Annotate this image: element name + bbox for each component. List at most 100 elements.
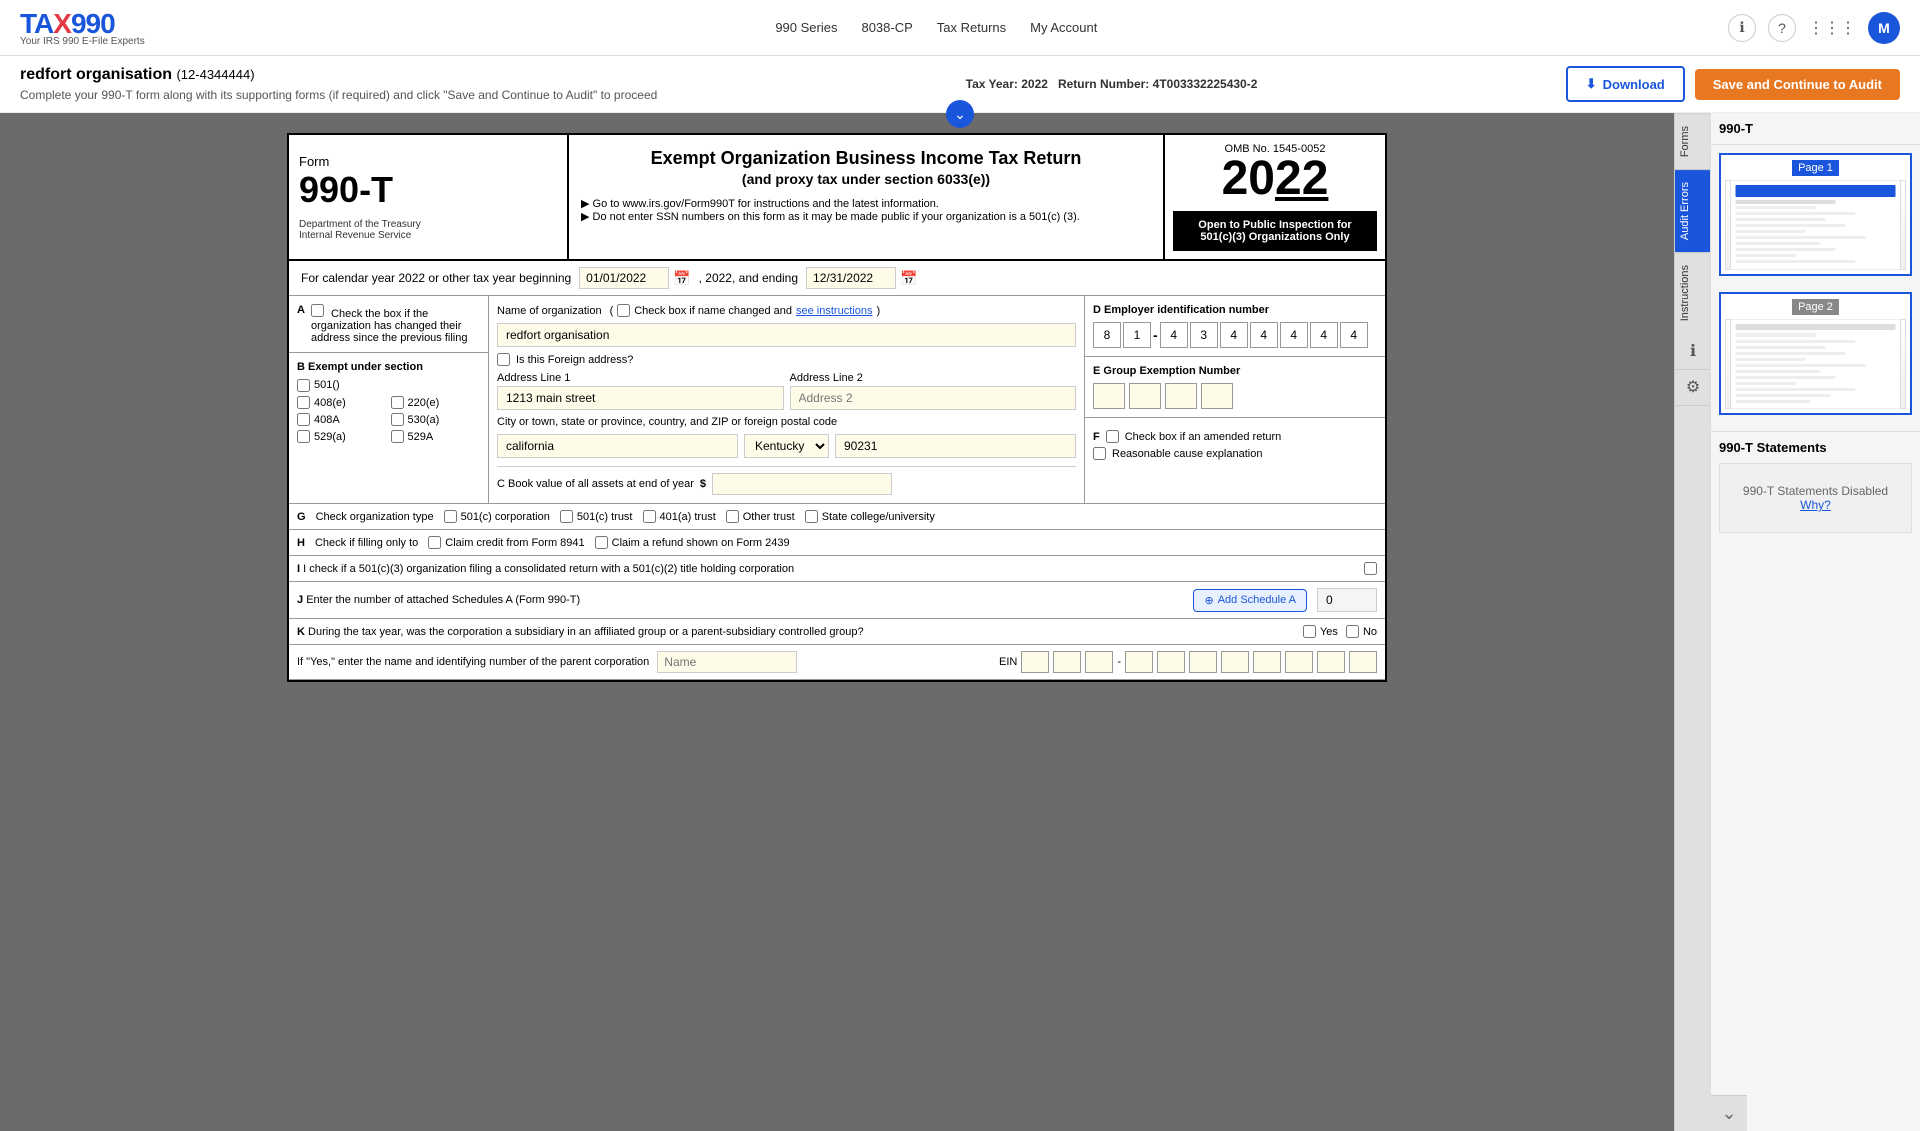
ein-sub-box-6 [1189, 651, 1217, 673]
amended-return-row: F Check box if an amended return [1093, 430, 1377, 443]
middle-col: Name of organization ( Check box if name… [489, 296, 1085, 503]
g-state-college: State college/university [805, 510, 935, 523]
group-exemption-boxes [1093, 383, 1377, 409]
ein-sub-box-5 [1157, 651, 1185, 673]
section-i-row: I I check if a 501(c)(3) organization fi… [289, 556, 1385, 582]
end-date-calendar-icon[interactable]: 📅 [900, 270, 917, 287]
g-401a-trust: 401(a) trust [643, 510, 716, 523]
exempt-408e: 408(e) [297, 396, 387, 409]
exempt-529A-checkbox[interactable] [391, 430, 404, 443]
section-j-row: J Enter the number of attached Schedules… [289, 582, 1385, 619]
start-date-input[interactable] [579, 267, 669, 289]
exempt-408a-checkbox[interactable] [297, 413, 310, 426]
top-nav: TAX990 Your IRS 990 E-File Experts 990 S… [0, 0, 1920, 56]
section-k-sub-row: If "Yes," enter the name and identifying… [289, 645, 1385, 680]
zip-input[interactable] [835, 434, 1076, 458]
exempt-408e-checkbox[interactable] [297, 396, 310, 409]
g-501c-corp-checkbox[interactable] [444, 510, 457, 523]
right-col: D Employer identification number 8 1 - 4… [1085, 296, 1385, 503]
g-501c-trust-checkbox[interactable] [560, 510, 573, 523]
group-box-4 [1201, 383, 1233, 409]
exempt-530a-checkbox[interactable] [391, 413, 404, 426]
download-button[interactable]: ⬇ Download [1566, 66, 1685, 102]
nav-8038cp[interactable]: 8038-CP [861, 20, 912, 35]
g-401a-trust-checkbox[interactable] [643, 510, 656, 523]
section-d: D Employer identification number 8 1 - 4… [1085, 296, 1385, 357]
h-claim-credit: Claim credit from Form 8941 [428, 536, 584, 549]
start-date-calendar-icon[interactable]: 📅 [673, 270, 690, 287]
schedule-count-input[interactable] [1317, 588, 1377, 612]
state-select[interactable]: Kentucky California New York Texas Flori… [744, 434, 829, 458]
gear-tab-icon[interactable]: ⚙ [1675, 370, 1711, 406]
info-tab-icon[interactable]: ℹ [1675, 334, 1711, 370]
section-b: B Exempt under section 501() 408(e) [289, 353, 488, 451]
address-changed-checkbox[interactable] [311, 304, 324, 317]
page-2-thumb[interactable]: Page 2 [1719, 292, 1912, 415]
exempt-529a: 529(a) [297, 430, 387, 443]
statements-disabled-box: 990-T Statements Disabled Why? [1719, 463, 1912, 533]
section-i-checkbox[interactable] [1364, 562, 1377, 575]
save-continue-button[interactable]: Save and Continue to Audit [1695, 69, 1900, 100]
tab-audit-errors[interactable]: Audit Errors [1675, 169, 1710, 252]
nav-990-series[interactable]: 990 Series [775, 20, 837, 35]
right-panel: Forms Audit Errors Instructions ℹ ⚙ 990-… [1674, 113, 1920, 1131]
ein-boxes: 8 1 - 4 3 4 4 4 4 4 [1093, 322, 1377, 348]
exempt-grid: 408(e) 220(e) 408A [297, 396, 480, 443]
collapse-button[interactable]: ⌄ [946, 100, 974, 128]
book-value-row: C Book value of all assets at end of yea… [497, 466, 1076, 495]
no-option: No [1346, 625, 1377, 638]
org-name: redfort organisation (12-4344444) [20, 66, 657, 84]
form-header: Form 990-T Department of the Treasury In… [289, 135, 1385, 261]
yes-checkbox[interactable] [1303, 625, 1316, 638]
ein-digit-6: 4 [1250, 322, 1278, 348]
form-header-center: Exempt Organization Business Income Tax … [569, 135, 1165, 259]
grid-icon[interactable]: ⋮⋮⋮ [1808, 18, 1856, 38]
h-claim-credit-checkbox[interactable] [428, 536, 441, 549]
nav-my-account[interactable]: My Account [1030, 20, 1097, 35]
exempt-529A: 529A [391, 430, 481, 443]
why-link[interactable]: Why? [1800, 498, 1831, 512]
yes-no-group: Yes No [1303, 625, 1377, 638]
reasonable-cause-checkbox[interactable] [1093, 447, 1106, 460]
page-1-preview [1725, 180, 1906, 270]
nav-tax-returns[interactable]: Tax Returns [937, 20, 1006, 35]
ein-sub-row: EIN - [999, 651, 1377, 673]
section-k-row: K During the tax year, was the corporati… [289, 619, 1385, 645]
exempt-529a-checkbox[interactable] [297, 430, 310, 443]
org-name-input[interactable] [497, 323, 1076, 347]
amended-return-checkbox[interactable] [1106, 430, 1119, 443]
g-other-trust-checkbox[interactable] [726, 510, 739, 523]
city-input[interactable] [497, 434, 738, 458]
see-instructions-link[interactable]: see instructions [796, 305, 872, 317]
end-date-input[interactable] [806, 267, 896, 289]
foreign-address-checkbox[interactable] [497, 353, 510, 366]
instructions-text: Complete your 990-T form along with its … [20, 88, 657, 102]
page1-label: Page 1 [1792, 160, 1839, 176]
group-box-3 [1165, 383, 1197, 409]
page-1-thumb[interactable]: Page 1 [1719, 153, 1912, 276]
tab-instructions[interactable]: Instructions [1675, 252, 1710, 333]
scroll-down-button[interactable]: ⌄ [1711, 1095, 1747, 1131]
address-line1-input[interactable] [497, 386, 784, 410]
statements-section: 990-T Statements 990-T Statements Disabl… [1711, 431, 1920, 541]
group-box-1 [1093, 383, 1125, 409]
exempt-501c-checkbox[interactable] [297, 379, 310, 392]
no-checkbox[interactable] [1346, 625, 1359, 638]
form-year: 2022 [1173, 155, 1377, 203]
book-value-input[interactable] [712, 473, 892, 495]
section-g-row: G Check organization type 501(c) corpora… [289, 504, 1385, 530]
exempt-220e-checkbox[interactable] [391, 396, 404, 409]
tax-info: Tax Year: 2022 Return Number: 4T00333222… [966, 77, 1258, 91]
name-changed-checkbox[interactable] [617, 304, 630, 317]
avatar[interactable]: M [1868, 12, 1900, 44]
info-icon[interactable]: ℹ [1728, 14, 1756, 42]
tab-forms[interactable]: Forms [1675, 113, 1710, 169]
help-icon[interactable]: ? [1768, 14, 1796, 42]
add-schedule-button[interactable]: ⊕ Add Schedule A [1193, 589, 1307, 612]
logo: TAX990 Your IRS 990 E-File Experts [20, 8, 145, 47]
address-line2-input[interactable] [790, 386, 1077, 410]
h-claim-refund-checkbox[interactable] [595, 536, 608, 549]
form-header-right: OMB No. 1545-0052 2022 Open to Public In… [1165, 135, 1385, 259]
g-state-college-checkbox[interactable] [805, 510, 818, 523]
parent-corp-name-input[interactable] [657, 651, 797, 673]
